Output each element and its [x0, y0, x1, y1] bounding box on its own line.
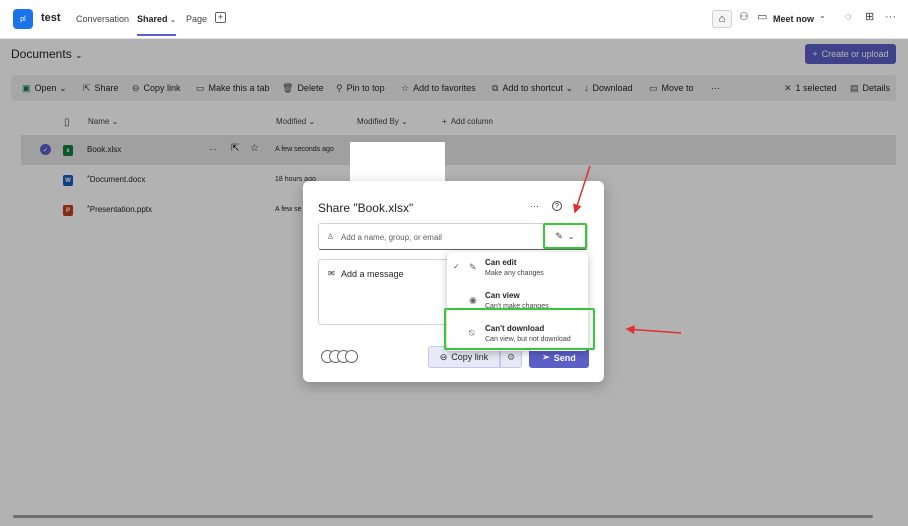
send-label: Send [553, 352, 576, 363]
checkmark-icon: ✓ [453, 262, 460, 271]
video-camera-icon[interactable]: ▭ [757, 12, 767, 23]
layout-icon[interactable]: ⊞ [865, 12, 874, 23]
team-title: test [41, 12, 61, 24]
chevron-down-icon: ⌄ [567, 231, 575, 241]
recipient-placeholder: Add a name, group, or email [341, 233, 442, 242]
share-dialog-title: Share "Book.xlsx" [318, 201, 414, 215]
tab-conversation[interactable]: Conversation [76, 14, 129, 24]
link-icon: ⊖ [439, 351, 448, 362]
top-bar: pl test Conversation Shared ⌄ Page + ⌂ ⚇… [0, 0, 908, 39]
permission-can-edit[interactable]: ✓ ✎ Can edit Make any changes [447, 252, 588, 285]
home-icon[interactable]: ⌂ [712, 10, 732, 28]
pencil-icon: ✎ [555, 230, 563, 241]
permission-title: Can edit [485, 258, 517, 267]
message-placeholder: Add a message [341, 269, 404, 279]
permission-description: Make any changes [485, 270, 544, 277]
permission-dropdown-button[interactable]: ✎ ⌄ [543, 223, 587, 249]
permission-title: Can view [485, 291, 520, 300]
highlight-box [444, 308, 595, 350]
tab-page[interactable]: Page [186, 14, 207, 24]
active-tab-indicator [137, 34, 176, 36]
chevron-down-icon: ⌄ [170, 17, 176, 24]
people-icon[interactable]: ⚇ [739, 12, 749, 23]
message-field[interactable]: ✉ Add a message [318, 259, 449, 325]
meet-now-button[interactable]: Meet now [773, 14, 814, 24]
avatar [345, 350, 358, 363]
team-avatar[interactable]: pl [13, 9, 33, 29]
pencil-icon: ✎ [469, 262, 477, 272]
chevron-down-icon[interactable]: ⌄ [819, 12, 826, 20]
tab-shared[interactable]: Shared ⌄ [137, 14, 176, 24]
tab-shared-label: Shared [137, 14, 168, 24]
help-icon[interactable]: ? [552, 201, 562, 211]
more-options-button[interactable]: ··· [530, 201, 539, 211]
eye-icon: ◉ [469, 295, 477, 305]
add-tab-icon[interactable]: + [215, 12, 226, 23]
person-icon: ♙ [327, 232, 335, 241]
message-icon: ✉ [328, 269, 335, 278]
chat-icon[interactable]: ◌ [845, 12, 852, 23]
more-icon[interactable]: ··· [885, 12, 896, 23]
send-icon: ➢ [542, 352, 550, 362]
blank-region [350, 142, 445, 184]
copy-link-label: Copy link [451, 352, 489, 362]
shared-with-avatars[interactable] [321, 350, 363, 364]
